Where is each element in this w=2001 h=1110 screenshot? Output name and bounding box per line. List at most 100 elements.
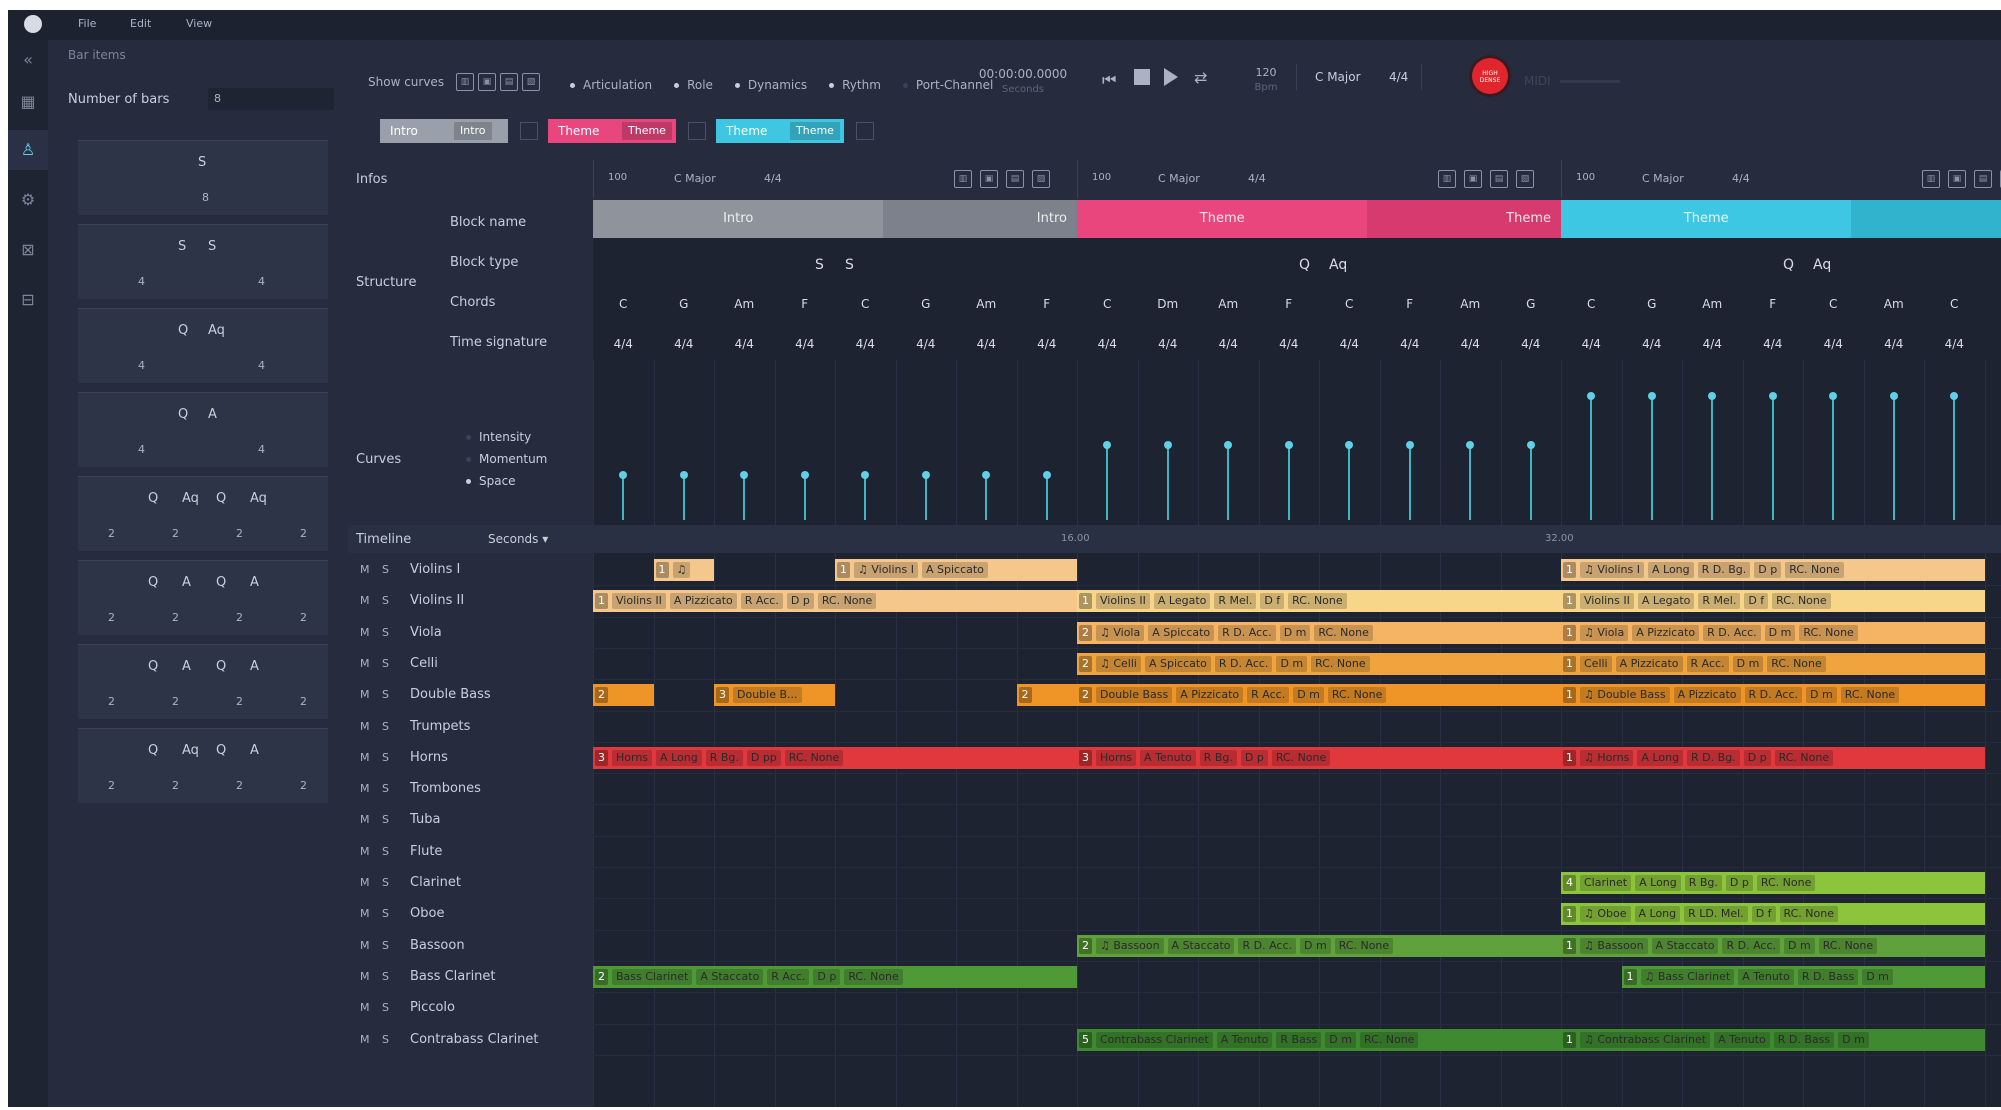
track-region[interactable]: 1 ♫ Bassoon A Staccato R D. Acc. D m RC. None (1561, 934, 1985, 957)
play-icon[interactable] (1164, 68, 1178, 86)
chord-cell[interactable]: G (654, 297, 715, 311)
solo-button[interactable]: S (382, 594, 389, 607)
curve-point[interactable] (1587, 391, 1595, 400)
record-button[interactable]: HIGH DENSE (1472, 58, 1508, 94)
filter-role[interactable]: Role (674, 78, 713, 92)
skip-back-icon[interactable]: ⏮ (1102, 70, 1116, 90)
mute-button[interactable]: M (360, 1033, 370, 1046)
view-1-icon[interactable]: ▥ (456, 73, 474, 91)
solo-button[interactable]: S (382, 563, 389, 576)
chord-cell[interactable]: Dm (1138, 297, 1199, 311)
mute-button[interactable]: M (360, 720, 370, 733)
track-region[interactable]: 2 ♫ Celli A Spiccato R D. Acc. D m RC. None (1077, 652, 1561, 675)
chord-cell[interactable]: Am (1198, 297, 1259, 311)
mute-button[interactable]: M (360, 688, 370, 701)
block-tempo[interactable]: 100 (1092, 172, 1111, 183)
track-region[interactable]: 2 Double Bass A Pizzicato R Acc. D m RC. None (1077, 684, 1561, 707)
block-pill[interactable]: Theme Theme (548, 119, 676, 143)
view-3-icon[interactable]: ▤ (500, 73, 518, 91)
chord-cell[interactable]: G (1622, 297, 1683, 311)
track-region[interactable]: 1 ♫ Horns A Long R D. Bg. D p RC. None (1561, 746, 1985, 769)
collapse-icon[interactable]: « (16, 48, 40, 72)
mute-button[interactable]: M (360, 782, 370, 795)
block-pill[interactable]: Theme Theme (716, 119, 844, 143)
mute-button[interactable]: M (360, 970, 370, 983)
grid-icon[interactable]: ▦ (16, 90, 40, 114)
mute-button[interactable]: M (360, 626, 370, 639)
curve-point[interactable] (982, 471, 990, 479)
track-region[interactable]: 1 ♫ Oboe A Long R LD. Mel. D f RC. None (1561, 903, 1985, 926)
view-2-icon[interactable]: ▣ (478, 73, 496, 91)
chord-cell[interactable]: C (1803, 297, 1864, 311)
block-tool-icon[interactable]: ▥ (1438, 170, 1456, 188)
track-region[interactable]: 1 ♫ Viola A Pizzicato R D. Acc. D m RC. None (1561, 621, 1985, 644)
curve-point[interactable] (800, 471, 809, 479)
curve-point[interactable] (619, 471, 627, 479)
track-region[interactable]: 2 ♫ Viola A Spiccato R D. Acc. D m RC. None (1077, 621, 1561, 644)
solo-button[interactable]: S (382, 813, 389, 826)
track-region[interactable]: 5 Contrabass Clarinet A Tenuto R Bass D m RC.… (1077, 1028, 1561, 1051)
solo-button[interactable]: S (382, 876, 389, 889)
solo-button[interactable]: S (382, 1033, 389, 1046)
curve-point[interactable] (1768, 391, 1777, 400)
bar-item-card[interactable]: Q Aq 4 4 (78, 308, 328, 383)
track-region[interactable]: 2 ♫ Bassoon A Staccato R D. Acc. D m RC. None (1077, 934, 1561, 957)
curve-option-intensity[interactable]: Intensity (466, 430, 531, 444)
pill-toggle-icon[interactable] (856, 122, 874, 140)
solo-button[interactable]: S (382, 782, 389, 795)
block-name-bar[interactable]: Intro Intro (593, 200, 1077, 238)
curve-point[interactable] (1950, 391, 1958, 400)
solo-button[interactable]: S (382, 688, 389, 701)
mute-button[interactable]: M (360, 813, 370, 826)
chord-cell[interactable]: G (1501, 297, 1562, 311)
track-region[interactable]: 1 ♫ Contrabass Clarinet A Tenuto R D. Bass D… (1561, 1028, 1985, 1051)
curve-point[interactable] (740, 471, 748, 479)
curve-point[interactable] (1466, 441, 1474, 449)
settings-icon[interactable]: ⚙ (16, 188, 40, 212)
block-meter[interactable]: 4/4 (1732, 172, 1750, 185)
block-tool-icon[interactable]: ▣ (980, 170, 998, 188)
block-tool-icon[interactable]: ▧ (1032, 170, 1050, 188)
track-region[interactable]: 1 ♫ Bass Clarinet A Tenuto R D. Bass D m (1621, 965, 1985, 988)
export-icon[interactable]: ⊠ (16, 238, 40, 262)
chord-cell[interactable]: C (1077, 297, 1138, 311)
mute-button[interactable]: M (360, 1001, 370, 1014)
chord-cell[interactable]: F (1259, 297, 1320, 311)
block-tool-icon[interactable]: ▤ (1974, 170, 1992, 188)
mute-button[interactable]: M (360, 751, 370, 764)
curve-point[interactable] (1042, 471, 1051, 479)
curve-point[interactable] (1405, 441, 1414, 449)
mute-button[interactable]: M (360, 907, 370, 920)
chord-cell[interactable]: C (1561, 297, 1622, 311)
view-4-icon[interactable]: ▧ (522, 73, 540, 91)
mute-button[interactable]: M (360, 563, 370, 576)
bar-item-card[interactable]: Q Aq Q A 2 2 2 2 (78, 728, 328, 803)
save-icon[interactable]: ⊟ (16, 288, 40, 312)
block-tempo[interactable]: 100 (1576, 172, 1595, 183)
track-region[interactable]: 1 ♫ Double Bass A Pizzicato R D. Acc. D m RC.… (1561, 684, 1985, 707)
chord-cell[interactable]: Am (1864, 297, 1925, 311)
block-tool-icon[interactable]: ▣ (1464, 170, 1482, 188)
mute-button[interactable]: M (360, 594, 370, 607)
mute-button[interactable]: M (360, 876, 370, 889)
solo-button[interactable]: S (382, 626, 389, 639)
mute-button[interactable]: M (360, 845, 370, 858)
chord-cell[interactable]: G (896, 297, 957, 311)
bar-item-card[interactable]: Q A Q A 2 2 2 2 (78, 644, 328, 719)
block-tool-icon[interactable]: ▣ (1948, 170, 1966, 188)
curve-point[interactable] (1526, 441, 1535, 449)
solo-button[interactable]: S (382, 720, 389, 733)
key-selector[interactable]: C Major 4/4 (1296, 64, 1422, 90)
track-region[interactable]: 2 (1016, 684, 1077, 707)
solo-button[interactable]: S (382, 845, 389, 858)
curve-point[interactable] (1889, 391, 1898, 400)
block-name-bar[interactable]: Theme Theme (1077, 200, 1561, 238)
track-region[interactable]: 1 ♫ Violins IA Long R D. Bg. D p RC. None (1561, 559, 1985, 581)
track-region[interactable]: 3 Double B... (714, 684, 835, 707)
chord-cell[interactable]: Am (714, 297, 775, 311)
bar-item-card[interactable]: S S 4 4 (78, 224, 328, 299)
block-name-bar[interactable]: Theme Th (1561, 200, 2001, 238)
menu-edit[interactable]: Edit (130, 17, 151, 30)
bar-item-card[interactable]: S8 (78, 140, 328, 215)
solo-button[interactable]: S (382, 751, 389, 764)
